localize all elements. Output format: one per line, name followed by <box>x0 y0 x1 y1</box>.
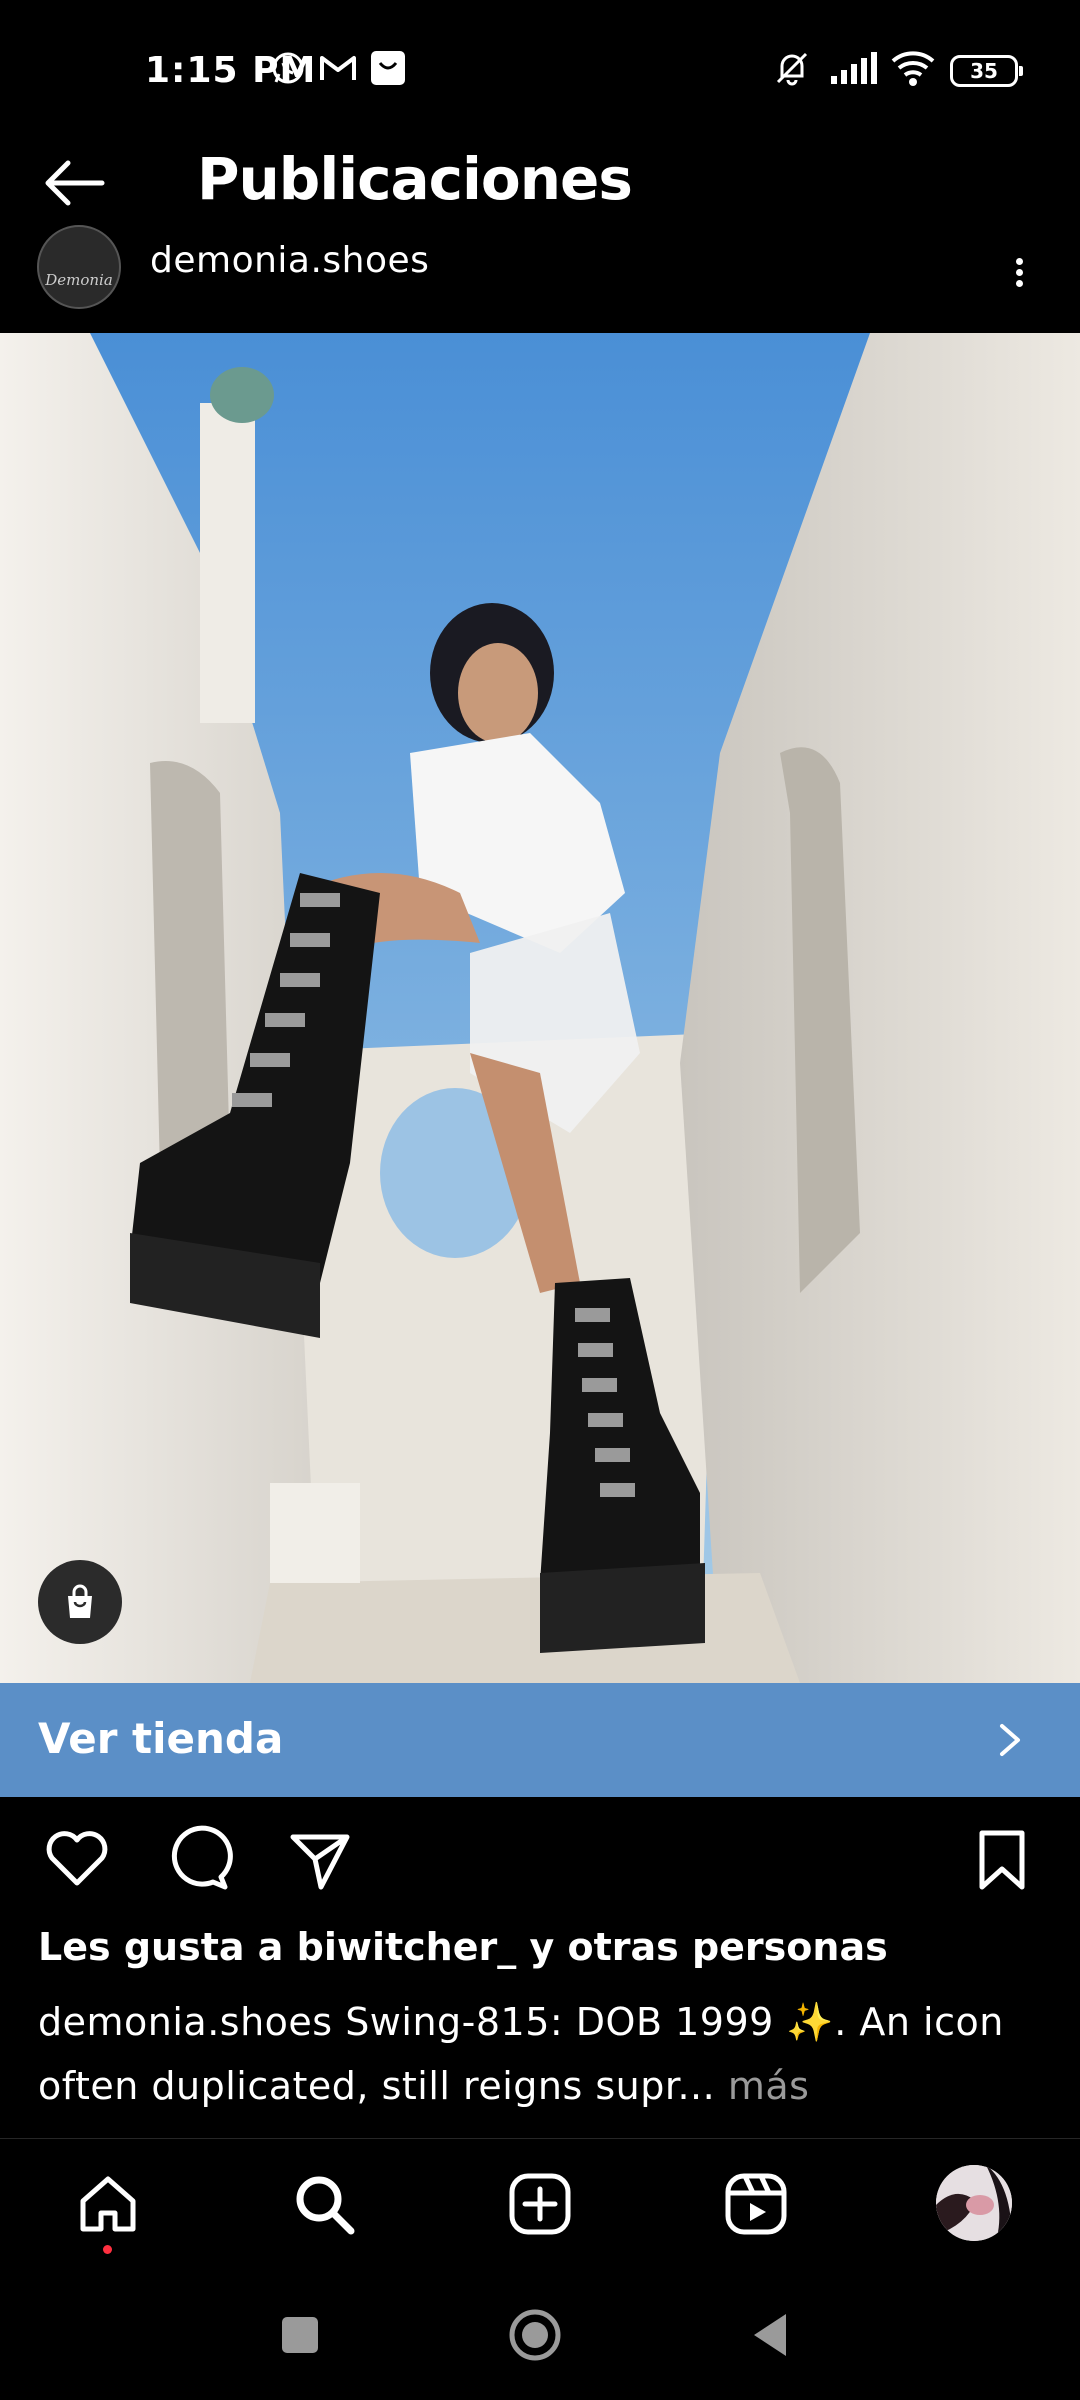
caption-more-link[interactable]: más <box>728 2064 810 2108</box>
system-recents-button[interactable] <box>282 2317 318 2353</box>
bookmark-icon <box>979 1830 1025 1890</box>
wifi-icon <box>888 48 938 88</box>
home-notification-dot <box>103 2245 112 2254</box>
shopping-bag-icon <box>68 1584 92 1618</box>
signal-icon <box>828 48 880 88</box>
post-caption[interactable]: demonia.shoes Swing-815: DOB 1999 ✨. An … <box>38 1990 1048 2118</box>
comment-icon <box>171 1825 233 1890</box>
gmail-icon <box>318 48 358 88</box>
back-button[interactable] <box>40 155 120 211</box>
home-icon <box>80 2176 136 2232</box>
create-tab[interactable] <box>504 2168 576 2240</box>
caption-username[interactable]: demonia.shoes <box>38 2000 333 2044</box>
likes-summary[interactable]: Les gusta a biwitcher_ y otras personas <box>38 1925 888 1969</box>
reels-tab[interactable] <box>720 2168 792 2240</box>
shopping-bag-button[interactable] <box>38 1560 122 1644</box>
share-button[interactable] <box>285 1825 355 1895</box>
mute-icon <box>772 48 812 88</box>
system-home-button[interactable] <box>508 2308 562 2362</box>
avatar-logo-text: Demonia <box>45 271 113 289</box>
search-tab[interactable] <box>288 2168 360 2240</box>
view-shop-label: Ver tienda <box>38 1714 284 1763</box>
profile-avatar[interactable] <box>936 2165 1012 2241</box>
home-tab[interactable] <box>72 2168 144 2240</box>
comment-button[interactable] <box>163 1825 233 1895</box>
post-photo[interactable] <box>0 333 1080 1683</box>
battery-icon: 35 <box>950 55 1023 87</box>
send-icon <box>290 1834 350 1890</box>
heart-icon <box>46 1831 108 1886</box>
arrow-left-icon <box>45 160 105 206</box>
chevron-right-icon <box>990 1718 1030 1762</box>
create-post-icon <box>509 2173 571 2235</box>
system-back-button[interactable] <box>750 2310 790 2360</box>
more-options-button[interactable] <box>1000 252 1040 292</box>
search-icon <box>296 2176 355 2235</box>
post-author-avatar[interactable]: Demonia <box>37 225 121 309</box>
like-button[interactable] <box>42 1825 112 1895</box>
reels-icon <box>725 2173 787 2235</box>
post-username[interactable]: demonia.shoes <box>150 240 429 281</box>
shop-notification-icon <box>368 48 408 88</box>
save-button[interactable] <box>968 1825 1038 1895</box>
whatsapp-icon <box>268 48 308 88</box>
page-title: Publicaciones <box>197 145 633 213</box>
